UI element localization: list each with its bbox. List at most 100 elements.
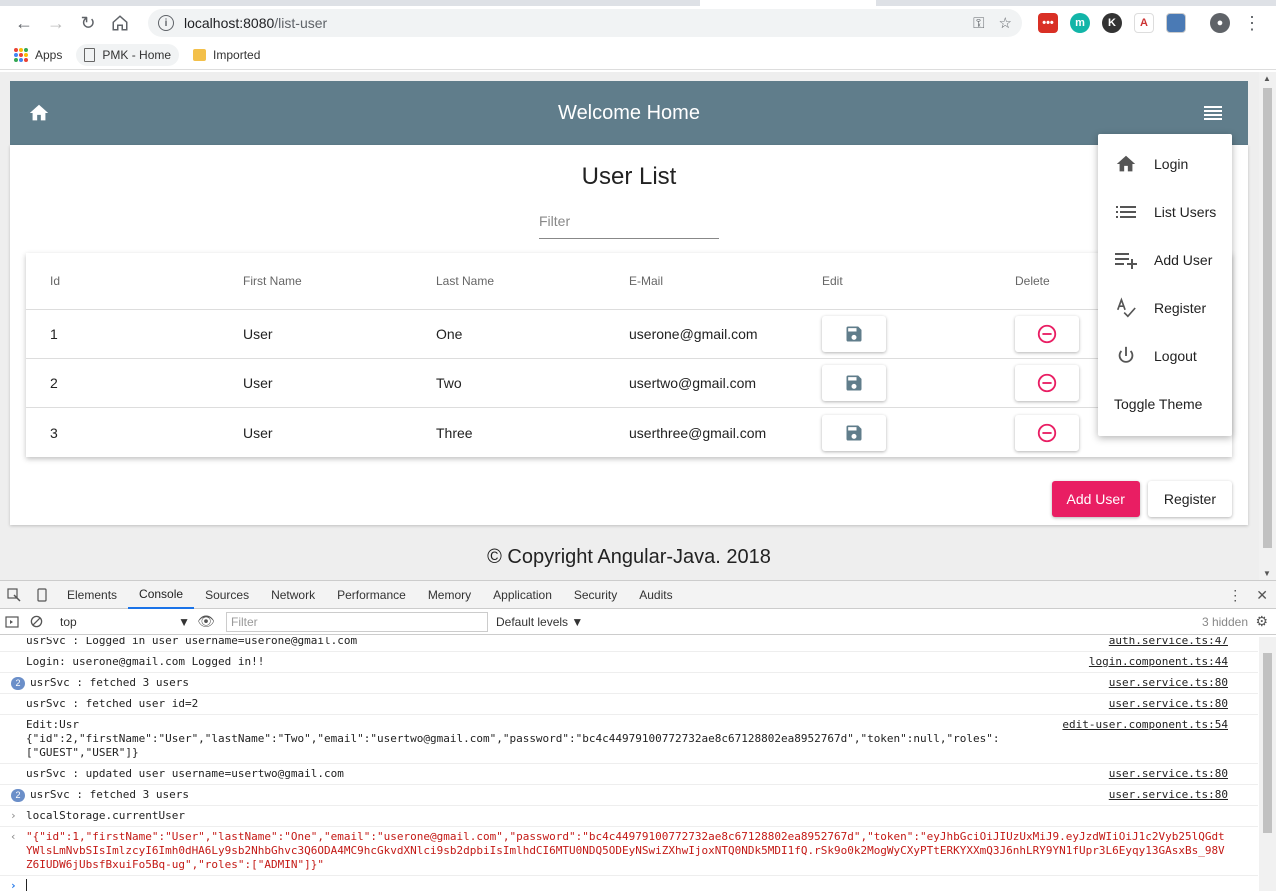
- edit-button[interactable]: [822, 414, 886, 451]
- scroll-down-icon[interactable]: ▼: [1263, 569, 1271, 578]
- menu-item-label: Add User: [1154, 252, 1213, 268]
- bookmark-imported[interactable]: Imported: [193, 48, 260, 62]
- table-row: 1 User One userone@gmail.com: [26, 310, 1232, 359]
- tab-security[interactable]: Security: [563, 581, 628, 609]
- register-button[interactable]: Register: [1147, 481, 1232, 517]
- log-source-link[interactable]: user.service.ts:80: [1109, 767, 1228, 781]
- tab-elements[interactable]: Elements: [56, 581, 128, 609]
- key-icon[interactable]: ⚿: [973, 15, 984, 32]
- scrollbar-thumb[interactable]: [1263, 653, 1272, 833]
- eye-icon[interactable]: 👁: [194, 608, 218, 636]
- tab-sources[interactable]: Sources: [194, 581, 260, 609]
- remove-circle-icon: [1037, 373, 1057, 393]
- extension-red-icon[interactable]: •••: [1038, 13, 1058, 33]
- log-source-link[interactable]: auth.service.ts:47: [1109, 637, 1228, 648]
- menu-icon[interactable]: [1204, 105, 1222, 121]
- app-header: Welcome Home: [10, 81, 1248, 145]
- tab-network[interactable]: Network: [260, 581, 326, 609]
- bookmark-pmk-home[interactable]: PMK - Home: [76, 43, 180, 66]
- user-table: Id First Name Last Name E-Mail Edit Dele…: [26, 253, 1232, 457]
- extension-k-icon[interactable]: K: [1102, 13, 1122, 33]
- close-icon[interactable]: ✕: [1256, 587, 1268, 604]
- menu-item-add-user[interactable]: Add User: [1098, 236, 1232, 284]
- menu-item-toggle-theme[interactable]: Toggle Theme: [1098, 380, 1232, 428]
- cell-first-name: User: [243, 424, 273, 441]
- inspect-icon[interactable]: [0, 581, 28, 609]
- delete-button[interactable]: [1015, 365, 1079, 401]
- menu-item-register[interactable]: Register: [1098, 284, 1232, 332]
- menu-item-logout[interactable]: Logout: [1098, 332, 1232, 380]
- url-path: /list-user: [274, 15, 328, 31]
- log-source-link[interactable]: login.component.ts:44: [1089, 655, 1228, 669]
- extension-m-icon[interactable]: m: [1070, 13, 1090, 33]
- menu-item-label: Register: [1154, 300, 1207, 316]
- log-source-link[interactable]: edit-user.component.ts:54: [1062, 718, 1228, 732]
- chevron-down-icon: ▼: [178, 614, 190, 629]
- cell-first-name: User: [243, 326, 273, 342]
- scroll-up-icon[interactable]: ▲: [1263, 74, 1271, 83]
- playlist-add-icon: [1114, 248, 1138, 272]
- context-value: top: [60, 614, 77, 629]
- home-icon[interactable]: [28, 102, 50, 124]
- address-bar[interactable]: i localhost:8080/list-user ⚿ ☆: [148, 9, 1022, 37]
- text-caret: [26, 879, 27, 891]
- log-source-link[interactable]: user.service.ts:80: [1109, 676, 1228, 690]
- home-icon[interactable]: [104, 9, 136, 37]
- profile-icon[interactable]: ●: [1210, 13, 1230, 33]
- log-source-link[interactable]: user.service.ts:80: [1109, 788, 1228, 802]
- context-select[interactable]: top ▼: [56, 612, 194, 632]
- filter-input[interactable]: [539, 213, 719, 229]
- reload-icon[interactable]: ↻: [72, 9, 104, 37]
- edit-button[interactable]: [822, 316, 886, 352]
- header-first-name: First Name: [243, 274, 302, 288]
- add-user-button[interactable]: Add User: [1051, 481, 1140, 517]
- log-entry: Login: userone@gmail.com Logged in!! log…: [0, 652, 1258, 673]
- console-toolbar: top ▼ 👁 Filter Default levels ▼ 3 hidden…: [0, 609, 1276, 635]
- apps-icon: [14, 47, 28, 62]
- delete-button[interactable]: [1015, 414, 1079, 451]
- window-extension-icon[interactable]: [1166, 13, 1186, 33]
- pdf-extension-icon[interactable]: A: [1134, 13, 1154, 33]
- log-levels-select[interactable]: Default levels ▼: [496, 615, 583, 629]
- log-entry: 2 usrSvc : fetched 3 users user.service.…: [0, 673, 1258, 694]
- header-id: Id: [50, 274, 61, 288]
- log-text: usrSvc : fetched 3 users: [30, 676, 189, 689]
- edit-button[interactable]: [822, 365, 886, 401]
- tab-audits[interactable]: Audits: [628, 581, 683, 609]
- star-icon[interactable]: ☆: [999, 14, 1012, 32]
- page-scrollbar[interactable]: ▲ ▼: [1259, 72, 1276, 580]
- devtools-menu-icon[interactable]: ⋮: [1228, 587, 1242, 604]
- page-icon: [84, 47, 96, 62]
- form-actions: Add User Register: [1051, 481, 1232, 517]
- back-icon[interactable]: ←: [8, 9, 40, 37]
- console-scrollbar[interactable]: [1259, 637, 1276, 891]
- menu-item-login[interactable]: Login: [1098, 140, 1232, 188]
- console-prompt[interactable]: ›: [0, 876, 1258, 891]
- info-icon[interactable]: i: [158, 15, 174, 31]
- power-icon: [1114, 344, 1138, 368]
- active-tab[interactable]: [700, 0, 876, 6]
- cell-email: userthree@gmail.com: [629, 424, 767, 441]
- tab-performance[interactable]: Performance: [326, 581, 417, 609]
- console-filter-input[interactable]: Filter: [226, 611, 488, 632]
- menu-item-label: Login: [1154, 156, 1189, 172]
- sidebar-toggle-icon[interactable]: [0, 608, 24, 636]
- bookmark-apps[interactable]: Apps: [14, 47, 62, 62]
- tab-console[interactable]: Console: [128, 581, 195, 609]
- cell-email: usertwo@gmail.com: [629, 375, 757, 391]
- delete-button[interactable]: [1015, 316, 1079, 352]
- filter-field: [539, 213, 719, 239]
- forward-icon[interactable]: →: [40, 9, 72, 37]
- log-source-link[interactable]: user.service.ts:80: [1109, 697, 1228, 711]
- list-icon: [1114, 200, 1138, 224]
- scrollbar-thumb[interactable]: [1263, 88, 1272, 548]
- settings-icon[interactable]: ⚙: [1255, 613, 1268, 630]
- browser-menu-icon[interactable]: ⋮: [1236, 9, 1268, 37]
- remove-circle-icon: [1037, 324, 1057, 344]
- url-host: localhost:8080: [184, 15, 275, 31]
- tab-application[interactable]: Application: [482, 581, 563, 609]
- menu-item-list-users[interactable]: List Users: [1098, 188, 1232, 236]
- device-toggle-icon[interactable]: [28, 581, 56, 609]
- clear-console-icon[interactable]: [24, 608, 48, 636]
- tab-memory[interactable]: Memory: [417, 581, 482, 609]
